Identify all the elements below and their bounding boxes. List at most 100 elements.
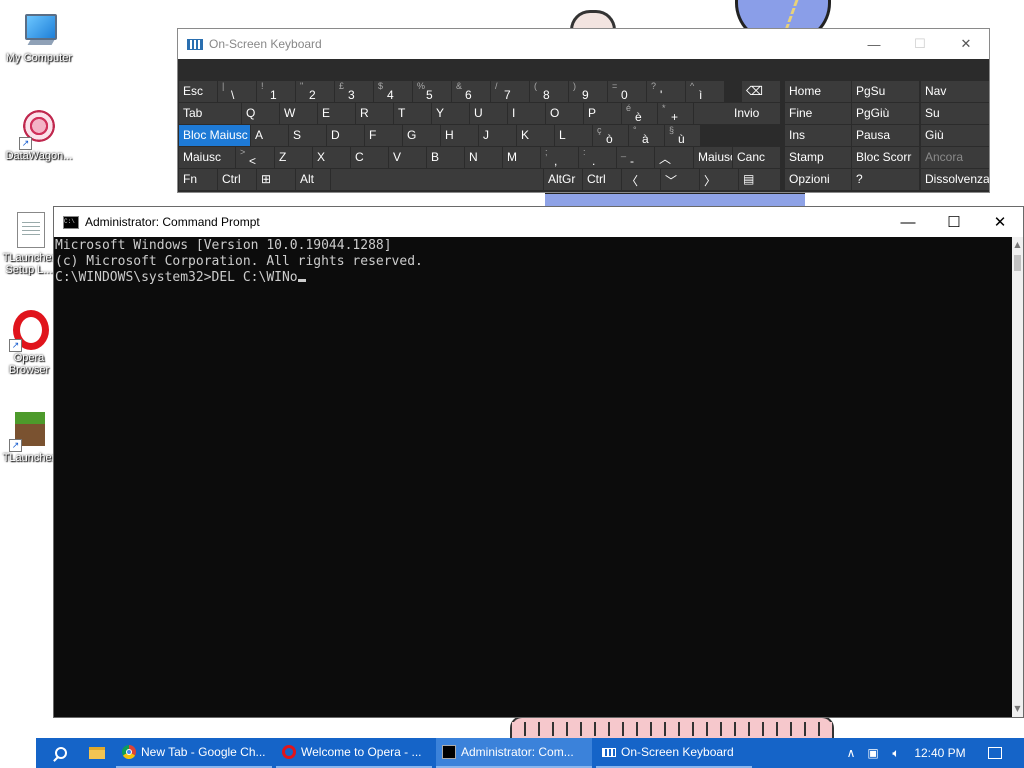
key-caps-lock[interactable]: Bloc Maiusc [179,125,250,146]
key-symbol[interactable]: § ù [665,125,700,146]
key-digit[interactable]: (8 [530,81,568,102]
key-letter[interactable]: T [394,103,431,124]
key-bloc-scorr[interactable]: Bloc Scorr [852,147,919,168]
key-symbol[interactable]: :. [579,147,616,168]
key-letter[interactable]: M [503,147,540,168]
desktop-icon-tlauncher-setup[interactable]: TLauncher Setup L... [1,210,57,276]
key-digit[interactable]: $4 [374,81,412,102]
key-symbol[interactable]: éè [622,103,657,124]
key-digit[interactable]: £3 [335,81,373,102]
taskbar-app-opera[interactable]: Welcome to Opera - ... [276,738,432,768]
clock[interactable]: 12:40 PM [912,738,968,768]
scrollbar-thumb[interactable] [1014,255,1021,271]
key-digit[interactable]: ? ' [647,81,685,102]
key-letter[interactable]: F [365,125,402,146]
key-pggiu[interactable]: PgGiù [852,103,919,124]
key-giu[interactable]: Giù [921,125,989,146]
key-symbol[interactable]: çò [593,125,628,146]
key-letter[interactable]: U [470,103,507,124]
key-symbol[interactable]: ° à [629,125,664,146]
cmd-titlebar[interactable]: C:\ Administrator: Command Prompt — ☐ ✕ [54,207,1023,237]
key-letter[interactable]: G [403,125,440,146]
vertical-scrollbar[interactable]: ▲ ▼ [1012,237,1023,717]
search-button[interactable] [46,738,76,768]
key-canc[interactable]: Canc [733,147,780,168]
key-letter[interactable]: N [465,147,502,168]
key-pausa[interactable]: Pausa [852,125,919,146]
key-letter[interactable]: Z [275,147,312,168]
key-letter[interactable]: C [351,147,388,168]
key-letter[interactable]: P [584,103,621,124]
key-letter[interactable]: L [555,125,592,146]
key-digit[interactable]: & 6 [452,81,490,102]
key-windows[interactable]: ⊞ [257,169,295,190]
console-output[interactable]: Microsoft Windows [Version 10.0.19044.12… [55,238,1011,286]
key-letter[interactable]: E [318,103,355,124]
key-ins[interactable]: Ins [785,125,851,146]
console-input-line[interactable]: C:\WINDOWS\system32>DEL C:\WINo [55,270,1011,286]
key-help[interactable]: ? [852,169,919,190]
scroll-down-icon[interactable]: ▼ [1012,703,1023,715]
osk-titlebar[interactable]: On-Screen Keyboard — ☐ ✕ [178,29,989,59]
key-su[interactable]: Su [921,103,989,124]
maximize-button[interactable]: ☐ [931,207,977,237]
key-ancora[interactable]: Ancora [921,147,989,168]
key-digit[interactable]: ! 1 [257,81,295,102]
key-digit[interactable]: ) 9 [569,81,607,102]
key-menu[interactable]: ▤ [739,169,780,190]
key-letter[interactable]: D [327,125,364,146]
volume-button[interactable]: 🔈︎ [886,738,906,768]
desktop-icon-tlauncher[interactable]: ↗ TLauncher [1,410,57,464]
network-button[interactable]: ▣ [864,738,882,768]
key-digit[interactable]: = 0 [608,81,646,102]
key-letter[interactable]: X [313,147,350,168]
key-digit[interactable]: ^ ì [686,81,724,102]
key-letter[interactable]: I [508,103,545,124]
key-dissolvenza[interactable]: Dissolvenza [921,169,989,190]
key-shift-right[interactable]: Maiusc [694,147,732,168]
key-fine[interactable]: Fine [785,103,851,124]
key-nav[interactable]: Nav [921,81,989,102]
key-stamp[interactable]: Stamp [785,147,851,168]
key-pgsu[interactable]: PgSu [852,81,919,102]
minimize-button[interactable]: — [851,29,897,59]
key-letter[interactable]: Y [432,103,469,124]
key-arrow-left[interactable]: 〈 [622,169,660,190]
key-ctrl-right[interactable]: Ctrl [583,169,621,190]
key-letter[interactable]: K [517,125,554,146]
key-home[interactable]: Home [785,81,851,102]
key-arrow-down[interactable]: ﹀ [661,169,699,190]
key-digit[interactable]: % 5 [413,81,451,102]
taskbar-app-cmd[interactable]: Administrator: Com... [436,738,592,768]
key-symbol[interactable]: _ - [617,147,654,168]
key-letter[interactable]: S [289,125,326,146]
key-fn[interactable]: Fn [179,169,217,190]
desktop-icon-opera[interactable]: ↗ Opera Browser [1,310,57,376]
key-letter[interactable]: Q [242,103,279,124]
key-symbol[interactable]: ;, [541,147,578,168]
desktop-icon-my-computer[interactable]: My Computer [1,10,77,64]
minimize-button[interactable]: — [885,207,931,237]
file-explorer-button[interactable] [82,738,112,768]
close-button[interactable]: ✕ [943,29,989,59]
key-digit[interactable]: | \ [218,81,256,102]
key-opzioni[interactable]: Opzioni [785,169,851,190]
key-arrow-right[interactable]: 〉 [700,169,738,190]
key-letter[interactable]: A [251,125,288,146]
scroll-up-icon[interactable]: ▲ [1012,239,1023,251]
key-letter[interactable]: J [479,125,516,146]
desktop-icon-datawagon[interactable]: ↗ DataWagon... [1,108,77,162]
key-letter[interactable]: V [389,147,426,168]
notifications-button[interactable] [980,738,1010,768]
key-letter[interactable]: O [546,103,583,124]
key-letter[interactable]: R [356,103,393,124]
key-symbol[interactable]: * + [658,103,693,124]
key-altgr[interactable]: AltGr [544,169,582,190]
key-letter[interactable]: H [441,125,478,146]
key-esc[interactable]: Esc [179,81,217,102]
close-button[interactable]: ✕ [977,207,1023,237]
key-digit[interactable]: /7 [491,81,529,102]
key-letter[interactable]: W [280,103,317,124]
key-arrow-up[interactable]: ︿ [655,147,693,168]
show-hidden-icons-button[interactable]: ∧ [842,738,860,768]
